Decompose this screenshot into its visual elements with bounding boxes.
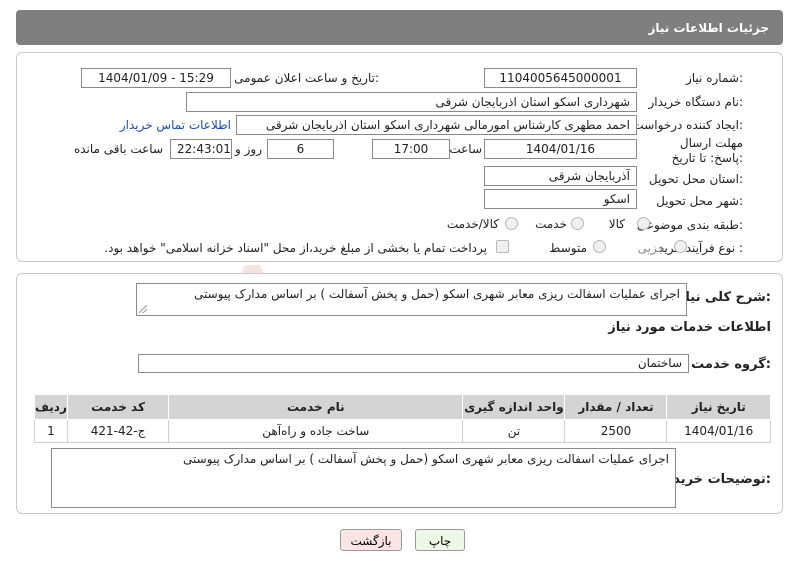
table-row: 1 ج-42-421 ساخت جاده و راه‌آهن تن 2500 1… xyxy=(34,419,771,443)
page-header: جزئیات اطلاعات نیاز xyxy=(16,10,783,45)
summary-text: اجرای عملیات اسفالت ریزی معابر شهری اسکو… xyxy=(194,287,680,301)
need-number-field[interactable]: 1104005645000001 xyxy=(484,68,637,88)
cell-unit: تن xyxy=(462,419,566,443)
summary-label: شرح کلی نیاز: xyxy=(677,290,771,305)
treasury-payment-note: پرداخت تمام یا بخشی از مبلغ خرید،از محل … xyxy=(104,241,487,255)
col-header-need-date: تاریخ نیاز xyxy=(666,394,771,420)
buyer-org-field[interactable]: شهرداری اسکو استان اذربایجان شرقی xyxy=(186,92,637,112)
buyer-notes-text: اجرای عملیات اسفالت ریزی معابر شهری اسکو… xyxy=(183,452,669,466)
deadline-time-label: ساعت xyxy=(449,142,482,156)
delivery-province-label: استان محل تحویل: xyxy=(648,172,743,186)
category-goods-service-radio[interactable] xyxy=(505,217,518,230)
remaining-time-label: ساعت باقی مانده xyxy=(73,142,163,156)
back-button[interactable]: بازگشت xyxy=(340,529,402,551)
category-goods-radio[interactable] xyxy=(637,217,650,230)
delivery-province-field[interactable]: آذربایجان شرقی xyxy=(484,166,637,186)
announce-datetime-label: تاریخ و ساعت اعلان عمومی: xyxy=(234,71,379,85)
deadline-days-label: روز و xyxy=(235,142,262,156)
deadline-label: مهلت ارسال پاسخ: تا تاریخ: xyxy=(671,136,743,165)
print-button[interactable]: چاپ xyxy=(415,529,465,551)
deadline-time-field[interactable]: 17:00 xyxy=(372,139,450,159)
resize-grip-icon[interactable] xyxy=(139,305,147,313)
services-table-header: ردیف کد خدمت نام خدمت واحد اندازه گیری ت… xyxy=(34,394,771,420)
deadline-days-field[interactable]: 6 xyxy=(267,139,334,159)
treasury-payment-checkbox[interactable] xyxy=(496,240,509,253)
category-service-label: خدمت xyxy=(535,217,567,231)
delivery-city-field[interactable]: اسکو xyxy=(484,189,637,209)
service-group-label: گروه خدمت: xyxy=(691,357,771,372)
purchase-minor-label: جزیی xyxy=(637,241,665,255)
delivery-city-label: شهر محل تحویل: xyxy=(656,194,743,208)
buyer-contact-link[interactable]: اطلاعات تماس خریدار xyxy=(120,118,231,132)
purchase-medium-radio[interactable] xyxy=(593,240,606,253)
col-header-unit: واحد اندازه گیری xyxy=(462,394,566,420)
requester-field[interactable]: احمد مطهری کارشناس امورمالی شهرداری اسکو… xyxy=(236,115,637,135)
deadline-date-field[interactable]: 1404/01/16 xyxy=(484,139,637,159)
requester-label: ایجاد کننده درخواست: xyxy=(632,118,743,132)
category-goods-label: کالا xyxy=(608,217,625,231)
purchase-minor-radio[interactable] xyxy=(674,240,687,253)
buyer-notes-textarea[interactable]: اجرای عملیات اسفالت ریزی معابر شهری اسکو… xyxy=(51,448,676,508)
remaining-time-field[interactable]: 22:43:01 xyxy=(170,139,232,159)
purchase-type-label: نوع فرآیند خرید : xyxy=(658,241,743,255)
announce-datetime-field[interactable]: 1404/01/09 - 15:29 xyxy=(81,68,231,88)
services-section-title: اطلاعات خدمات مورد نیاز xyxy=(608,320,771,335)
summary-textarea[interactable]: اجرای عملیات اسفالت ریزی معابر شهری اسکو… xyxy=(136,283,687,316)
category-service-radio[interactable] xyxy=(571,217,584,230)
col-header-service-name: نام خدمت xyxy=(168,394,464,420)
cell-row: 1 xyxy=(34,419,68,443)
cell-quantity: 2500 xyxy=(564,419,668,443)
purchase-medium-label: متوسط xyxy=(549,241,587,255)
cell-service-name: ساخت جاده و راه‌آهن xyxy=(168,419,464,443)
buyer-org-label: نام دستگاه خریدار: xyxy=(648,95,744,109)
page-title: جزئیات اطلاعات نیاز xyxy=(648,20,769,35)
category-goods-service-label: کالا/خدمت xyxy=(446,217,499,231)
col-header-service-code: کد خدمت xyxy=(66,394,170,420)
cell-need-date: 1404/01/16 xyxy=(666,419,771,443)
services-table: ردیف کد خدمت نام خدمت واحد اندازه گیری ت… xyxy=(34,394,771,443)
buyer-notes-label: توضیحات خریدار: xyxy=(661,472,771,487)
need-number-label: شماره نیاز: xyxy=(685,71,743,85)
category-label: طبقه بندی موضوعی: xyxy=(636,218,743,232)
col-header-quantity: تعداد / مقدار xyxy=(564,394,668,420)
service-group-field[interactable]: ساختمان xyxy=(138,354,689,373)
cell-service-code: ج-42-421 xyxy=(66,419,170,443)
col-header-row: ردیف xyxy=(34,394,68,420)
